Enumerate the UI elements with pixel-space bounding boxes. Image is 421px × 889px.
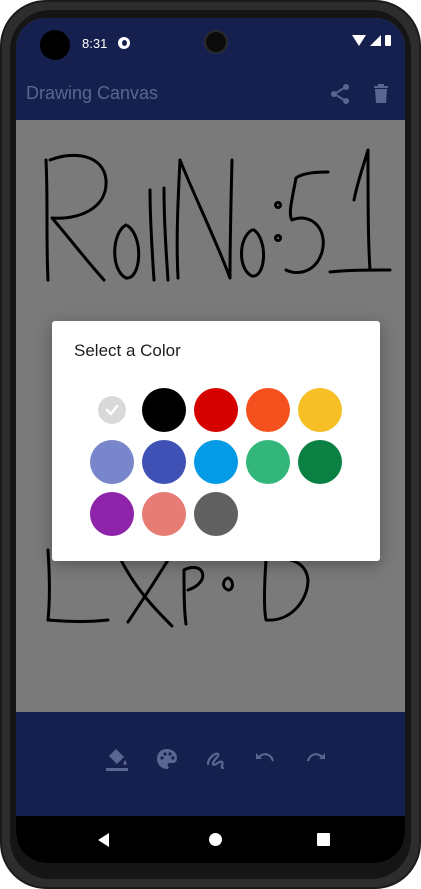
color-swatch[interactable] [142, 440, 186, 484]
signal-icon [370, 35, 381, 46]
color-swatch[interactable] [246, 440, 290, 484]
back-icon[interactable] [98, 833, 109, 847]
fill-icon[interactable] [104, 746, 130, 772]
app-title: Drawing Canvas [26, 83, 159, 103]
color-swatch-selected[interactable] [98, 396, 126, 424]
navigation-bar [16, 816, 405, 863]
share-icon[interactable] [328, 82, 352, 106]
color-picker-dialog: Select a Color [52, 321, 380, 561]
screen: 8:31 Drawing Canvas Select a Color [16, 18, 405, 863]
undo-icon[interactable] [252, 746, 278, 772]
color-swatch[interactable] [142, 492, 186, 536]
home-icon[interactable] [209, 833, 222, 846]
bottom-toolbar [16, 712, 405, 816]
app-bar: Drawing Canvas [16, 68, 405, 120]
brush-icon[interactable] [203, 746, 229, 772]
notification-icon [118, 37, 130, 49]
dialog-title: Select a Color [74, 341, 181, 360]
wifi-icon [352, 35, 366, 46]
color-swatch[interactable] [246, 388, 290, 432]
system-icons [352, 35, 391, 46]
battery-icon [385, 35, 391, 46]
redo-icon[interactable] [303, 746, 329, 772]
delete-icon[interactable] [369, 82, 393, 106]
recents-icon[interactable] [317, 833, 330, 846]
camera-lens [204, 30, 228, 54]
color-swatch[interactable] [142, 388, 186, 432]
color-swatch[interactable] [298, 440, 342, 484]
color-swatch[interactable] [90, 440, 134, 484]
color-swatch[interactable] [298, 388, 342, 432]
color-swatch[interactable] [90, 492, 134, 536]
checkmark-icon [98, 396, 126, 424]
color-swatch[interactable] [194, 388, 238, 432]
status-time: 8:31 [82, 36, 108, 51]
color-swatch[interactable] [194, 440, 238, 484]
front-camera-cutout [40, 30, 70, 60]
status-bar: 8:31 [16, 18, 405, 68]
palette-icon[interactable] [154, 746, 180, 772]
color-swatch[interactable] [194, 492, 238, 536]
